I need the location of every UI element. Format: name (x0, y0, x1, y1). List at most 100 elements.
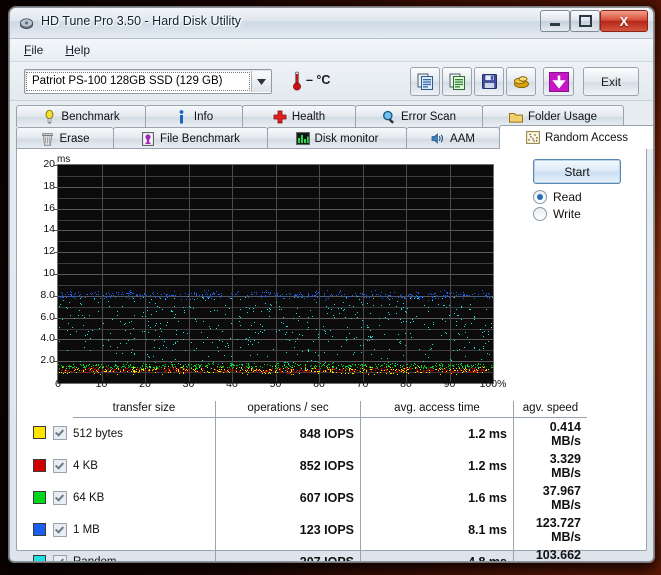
start-button[interactable]: Start (533, 159, 621, 184)
chart-point (183, 369, 185, 371)
chart-point (266, 370, 268, 372)
row-color-and-checkbox[interactable] (27, 450, 73, 482)
chart-point (157, 367, 159, 369)
chart-point (185, 293, 187, 295)
chart-point (183, 312, 185, 314)
chart-point (110, 366, 112, 368)
chevron-down-icon[interactable] (251, 71, 271, 92)
tab-disk-monitor[interactable]: Disk monitor (267, 127, 407, 149)
chart-point (419, 348, 420, 350)
chart-point (448, 296, 450, 298)
chart-point (165, 364, 167, 366)
row-color-and-checkbox[interactable] (27, 482, 73, 514)
chart-point (355, 293, 357, 295)
menu-file[interactable]: FFileile (24, 43, 43, 57)
chart-point (271, 369, 273, 370)
chart-point (218, 363, 220, 365)
tab-erase[interactable]: Erase (16, 127, 114, 149)
chart-point (90, 366, 92, 368)
row-color-and-checkbox[interactable] (27, 418, 73, 451)
tab-health[interactable]: Health (242, 105, 356, 127)
tab-benchmark[interactable]: Benchmark (16, 105, 146, 127)
chart-point (124, 366, 126, 368)
chart-point (264, 371, 266, 373)
copy-excel-icon[interactable] (442, 67, 472, 96)
chart-point (353, 305, 355, 307)
chart-point (165, 347, 167, 349)
chart-point (119, 370, 121, 372)
chart-point (350, 317, 352, 319)
series-checkbox[interactable] (53, 490, 67, 505)
row-operations: 848 IOPS (215, 417, 361, 450)
speaker-icon (431, 132, 445, 146)
chart-point (439, 368, 441, 370)
drive-select[interactable]: Patriot PS-100 128GB SSD (129 GB) (24, 69, 272, 94)
chart-point (424, 370, 426, 372)
series-checkbox[interactable] (53, 458, 67, 473)
exit-button[interactable]: Exit (583, 67, 639, 96)
chart-point (477, 364, 479, 366)
tab-label: Health (291, 110, 326, 123)
chart-point (400, 308, 402, 310)
chart-point (308, 293, 310, 295)
copy-icon[interactable] (410, 67, 440, 96)
series-checkbox[interactable] (53, 522, 67, 537)
tab-error-scan[interactable]: Error Scan (355, 105, 483, 127)
row-access-time: 1.6 ms (360, 482, 514, 514)
tab-random-access[interactable]: Random Access (499, 125, 653, 149)
tab-folder-usage[interactable]: Folder Usage (482, 105, 624, 127)
chart-point (108, 364, 110, 366)
tab-aam[interactable]: AAM (406, 127, 500, 149)
chart-point (456, 368, 458, 370)
chart-point (214, 295, 216, 297)
chart-point (403, 303, 405, 305)
chart-point (140, 367, 142, 369)
minimize-button[interactable] (540, 10, 570, 32)
radio-write[interactable]: Write (533, 207, 581, 221)
series-checkbox[interactable] (53, 554, 67, 561)
table-row: 4 KB 852 IOPS 1.2 ms 3.329 MB/s (27, 450, 587, 482)
menu-help[interactable]: Help (65, 43, 90, 57)
chart-point (140, 297, 142, 299)
chart-point (85, 366, 87, 368)
chart-point (198, 295, 200, 297)
chart-point (269, 292, 271, 294)
chart-point (162, 368, 164, 370)
tab-info[interactable]: Info (145, 105, 243, 127)
gold-icon[interactable] (506, 67, 536, 96)
chart-point (167, 372, 169, 374)
chart-point (327, 341, 329, 342)
chart-point (130, 294, 132, 296)
chart-point (479, 370, 481, 372)
tab-bar: Benchmark Info Health Error Scan Folder … (10, 101, 653, 149)
row-access-time: 1.2 ms (360, 450, 514, 482)
series-checkbox[interactable] (53, 426, 67, 441)
radio-read[interactable]: Read (533, 190, 582, 204)
chart-point (464, 332, 466, 334)
chart-point (138, 294, 140, 295)
chart-point (450, 373, 452, 375)
download-icon[interactable] (543, 67, 574, 96)
chart-point (193, 299, 195, 301)
row-color-and-checkbox[interactable] (27, 514, 73, 546)
chart-point (109, 332, 111, 334)
chart-point (217, 365, 219, 367)
save-icon[interactable] (474, 67, 504, 96)
chart-point (380, 292, 382, 294)
maximize-button[interactable] (570, 10, 600, 32)
chart-point (370, 329, 371, 331)
chart-point (266, 292, 268, 294)
row-color-and-checkbox[interactable] (27, 546, 73, 561)
header-transfer-size: transfer size (73, 401, 216, 418)
chart-point (220, 370, 222, 372)
chart-point (133, 369, 135, 371)
tab-file-benchmark[interactable]: File Benchmark (113, 127, 268, 149)
close-button[interactable]: X (600, 10, 648, 32)
chart-point (446, 371, 448, 373)
chart-point (188, 371, 190, 373)
row-speed: 0.414 MB/s (513, 417, 587, 450)
chart-point (147, 306, 149, 308)
chart-point (98, 328, 100, 330)
chart-point (192, 368, 194, 370)
chart-point (401, 365, 403, 367)
